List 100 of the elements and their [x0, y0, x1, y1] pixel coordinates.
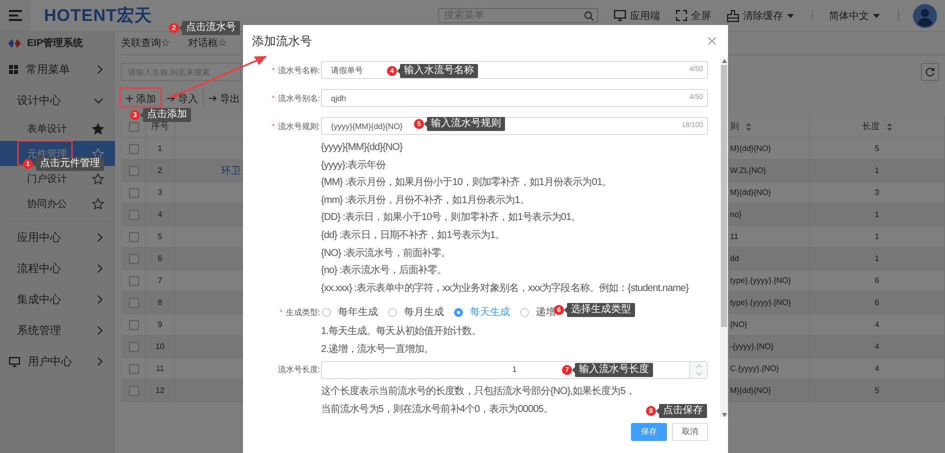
field-label: 流水号规则:	[278, 120, 320, 132]
menu-item[interactable]: 用户中心	[0, 346, 115, 377]
header-link[interactable]: 清除缓存	[743, 8, 783, 22]
table-cell: 11	[156, 364, 164, 373]
table-cell: M}{dd}{NO}	[730, 144, 771, 153]
scroll-down-icon[interactable]	[722, 413, 726, 417]
table-cell: 4	[874, 320, 880, 329]
checkbox[interactable]	[128, 298, 138, 308]
table-cell: 5	[158, 232, 162, 241]
menu-icon[interactable]	[8, 10, 22, 21]
table-cell: 1	[874, 166, 880, 175]
checkbox[interactable]	[128, 320, 138, 330]
chevron-right-icon	[97, 295, 103, 304]
caret-icon[interactable]	[873, 14, 880, 18]
help-text: {NO} :表示流水号，前面补零。	[321, 246, 452, 261]
field-label: 流水号名称:	[278, 64, 320, 76]
sort-icon[interactable]	[746, 122, 751, 130]
help-text: 2.递增，流水号一直增加。	[321, 342, 434, 357]
dialog-button[interactable]: 取消	[672, 422, 708, 441]
monitor-icon[interactable]	[614, 10, 626, 21]
checkbox[interactable]	[128, 144, 138, 154]
field-label: 流水号长度:	[278, 364, 320, 376]
avatar-icon[interactable]	[913, 4, 937, 28]
tooltip: 点击添加	[143, 108, 191, 122]
checkbox[interactable]	[128, 232, 138, 242]
table-cell: 1	[874, 210, 880, 219]
required-mark: *	[272, 94, 275, 102]
checkbox[interactable]	[128, 210, 138, 220]
header-link[interactable]: 全屏	[691, 8, 711, 22]
table-cell: M}{dd}{NO}	[730, 386, 771, 395]
help-text: {dd} :表示日，日期不补齐，如1号表示为1。	[321, 228, 506, 243]
broom-icon[interactable]	[727, 10, 739, 22]
table-cell: 9	[158, 320, 162, 329]
help-text: {xx.xxx} :表示表单中的字符，xx为业务对象别名，xxx为字段名称。例如：{student.name}	[321, 282, 690, 296]
table-cell: 11	[730, 232, 738, 241]
help-text: {yyyy}:表示年份	[321, 158, 387, 173]
arrow-icon[interactable]	[209, 95, 217, 102]
submenu-item[interactable]: 表单设计	[0, 116, 115, 141]
table-cell: {NO}	[730, 320, 748, 329]
checkbox[interactable]	[128, 188, 138, 198]
close-icon[interactable]	[708, 37, 716, 45]
plus-icon[interactable]	[126, 95, 133, 102]
menu-item[interactable]: 系统管理	[0, 315, 115, 346]
scrollbar-thumb[interactable]	[721, 65, 727, 327]
chevron-right-icon	[97, 326, 103, 335]
tab[interactable]: 关联查询☆	[121, 36, 170, 50]
menu-item[interactable]: 应用中心	[0, 222, 115, 253]
header-link[interactable]: 应用端	[630, 8, 660, 22]
table-cell: -{yyyy}.{NO}	[730, 342, 774, 351]
fullscreen-icon[interactable]	[676, 10, 687, 21]
radio-option[interactable]: 每年生成	[322, 305, 378, 320]
tooltip: 点击流水号	[182, 21, 240, 35]
checkbox[interactable]	[128, 364, 138, 374]
column-header[interactable]: 长度	[862, 120, 880, 133]
star-icon[interactable]	[92, 122, 104, 134]
column-header[interactable]: 则	[730, 120, 739, 133]
submenu-item[interactable]: 协同办公	[0, 191, 115, 216]
logo: HOTENT宏天	[44, 5, 152, 27]
star-icon[interactable]	[92, 172, 104, 184]
radio-option[interactable]: 每月生成	[388, 305, 444, 320]
table-cell[interactable]: 环卫	[221, 164, 241, 178]
help-text: {yyyy}{MM}{dd}{NO}	[321, 141, 404, 155]
scroll-up-icon[interactable]	[722, 59, 726, 63]
help-text: {no} :表示流水号，后面补零。	[321, 264, 448, 278]
menu-item[interactable]: 集成中心	[0, 284, 115, 315]
dialog-button[interactable]: 保存	[631, 422, 667, 441]
checkbox[interactable]	[128, 386, 138, 396]
menu-item[interactable]: 流程中心	[0, 253, 115, 284]
table-cell: 1	[874, 232, 880, 241]
arrow-icon[interactable]	[167, 95, 175, 102]
required-mark: *	[272, 122, 275, 130]
field-label: 生成类型:	[286, 306, 320, 318]
radio-option[interactable]: 每天生成	[454, 305, 510, 320]
dialog-title: 添加流水号	[252, 32, 312, 50]
refresh-button[interactable]	[921, 63, 939, 81]
table-cell: 5	[874, 386, 880, 395]
column-header: 序号	[151, 120, 169, 133]
refresh-icon[interactable]	[925, 67, 935, 77]
menu-item[interactable]: 设计中心	[0, 85, 115, 116]
table-cell: 6	[874, 276, 880, 285]
table-cell: 4	[874, 342, 880, 351]
sort-icon[interactable]	[887, 122, 892, 130]
star-icon[interactable]	[92, 198, 104, 210]
menu-item[interactable]: 常用菜单	[0, 54, 115, 85]
table-cell: 2	[158, 166, 162, 175]
chevron-down-icon	[94, 98, 103, 104]
caret-icon[interactable]	[787, 14, 794, 18]
search-icon[interactable]	[584, 10, 594, 20]
checkbox[interactable]	[128, 166, 138, 176]
checkbox[interactable]	[128, 276, 138, 286]
chevron-right-icon	[97, 357, 103, 366]
table-cell: W.ZL{NO}	[730, 166, 766, 175]
checkbox[interactable]	[128, 342, 138, 352]
checkbox[interactable]	[128, 122, 138, 132]
table-cell: M}{dd}{NO}	[730, 188, 771, 197]
table-cell: 10	[156, 342, 164, 351]
tab[interactable]: 对话框☆	[188, 36, 227, 50]
checkbox[interactable]	[128, 254, 138, 264]
table-cell: dd	[730, 254, 739, 263]
header-link[interactable]: 简体中文	[829, 8, 869, 22]
